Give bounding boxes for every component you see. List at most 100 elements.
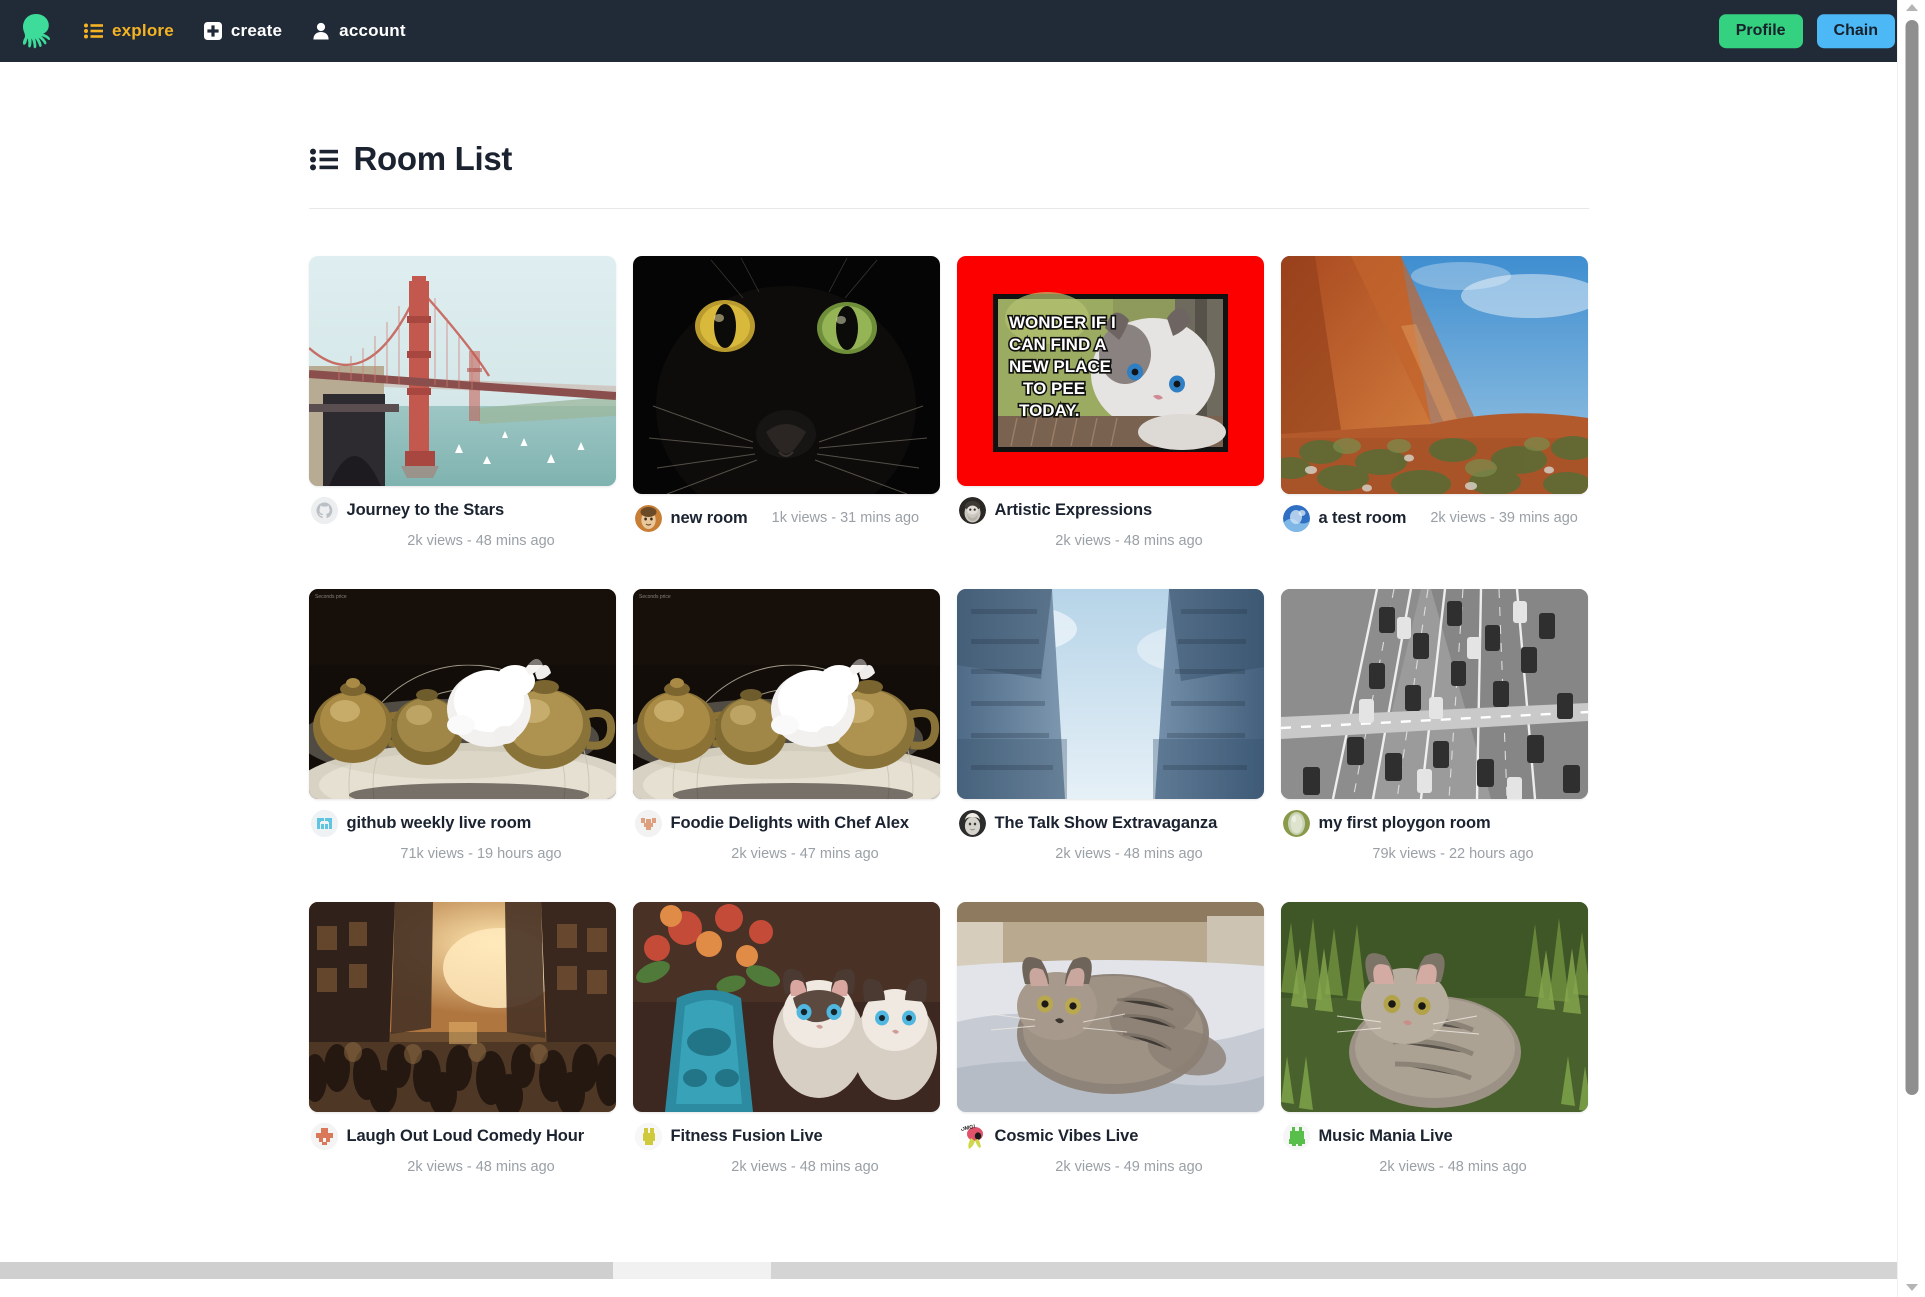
nav-label-explore: explore	[112, 21, 174, 40]
octopus-logo-icon[interactable]	[18, 11, 54, 51]
nav-item-create[interactable]: create	[203, 21, 282, 41]
green-orb-avatar[interactable]	[1282, 809, 1310, 837]
room-grid: Journey to the Stars 2k views - 48 mins …	[308, 256, 1589, 1177]
room-title: The Talk Show Extravaganza	[994, 814, 1218, 833]
pixel-green-avatar[interactable]	[1282, 1122, 1310, 1150]
room-card[interactable]: Laugh Out Loud Comedy Hour 2k views - 48…	[308, 901, 633, 1177]
svg-text:TO PEE: TO PEE	[1023, 379, 1085, 398]
svg-text:NEW PLACE: NEW PLACE	[1009, 357, 1111, 376]
list-icon	[309, 148, 338, 171]
room-card-info: my first ploygon room 79k views - 22 hou…	[1281, 809, 1588, 864]
room-title: Artistic Expressions	[994, 501, 1153, 520]
scroll-up-arrow-icon[interactable]	[1905, 4, 1918, 11]
vertical-scrollbar-thumb[interactable]	[1905, 20, 1918, 1095]
grayscale-portrait-avatar[interactable]	[958, 809, 986, 837]
content-container: Room List Journey to the Stars 2k views …	[308, 62, 1589, 1177]
room-card[interactable]: Journey to the Stars 2k views - 48 mins …	[308, 256, 633, 551]
room-card-info: The Talk Show Extravaganza 2k views - 48…	[957, 809, 1264, 864]
room-thumbnail[interactable]: Seconds price	[632, 588, 940, 799]
nav-links: explore create account	[84, 21, 406, 41]
room-title: a test room	[1318, 509, 1407, 528]
room-title: new room	[670, 509, 748, 528]
bearded-man-avatar[interactable]	[958, 497, 986, 524]
room-card-info: Fitness Fusion Live 2k views - 48 mins a…	[633, 1122, 940, 1177]
room-thumbnail[interactable]	[1280, 901, 1588, 1112]
svg-text:WONDER IF I: WONDER IF I	[1009, 313, 1116, 332]
room-card[interactable]: a test room 2k views - 39 mins ago	[1280, 256, 1605, 551]
room-meta: 2k views - 47 mins ago	[731, 845, 879, 862]
profile-button[interactable]: Profile	[1718, 14, 1803, 48]
room-title: Fitness Fusion Live	[670, 1126, 823, 1145]
room-card-info: a test room 2k views - 39 mins ago	[1281, 505, 1588, 532]
room-card[interactable]: Music Mania Live 2k views - 48 mins ago	[1280, 901, 1605, 1177]
room-thumbnail[interactable]	[956, 901, 1264, 1112]
room-meta: 2k views - 48 mins ago	[1055, 533, 1203, 549]
room-card-info: Journey to the Stars 2k views - 48 mins …	[309, 497, 616, 551]
room-meta: 2k views - 48 mins ago	[1379, 1158, 1527, 1175]
pixel-salmon-avatar[interactable]	[310, 1122, 338, 1150]
horizontal-scrollbar-track-left[interactable]	[0, 1262, 613, 1279]
room-title: Music Mania Live	[1318, 1126, 1453, 1145]
page-body: Room List Journey to the Stars 2k views …	[0, 62, 1897, 1279]
room-card[interactable]: Fitness Fusion Live 2k views - 48 mins a…	[632, 901, 957, 1177]
page-title-row: Room List	[309, 140, 1589, 178]
room-card-info: new room 1k views - 31 mins ago	[633, 505, 940, 532]
nav-item-explore[interactable]: explore	[84, 21, 174, 41]
room-thumbnail[interactable]	[308, 256, 616, 486]
vertical-scrollbar[interactable]	[1897, 0, 1925, 1297]
horizontal-scrollbar-thumb[interactable]	[613, 1262, 771, 1279]
plus-square-icon	[203, 22, 222, 40]
room-thumbnail[interactable]	[632, 256, 940, 494]
room-card[interactable]: Seconds price	[632, 588, 957, 864]
room-card-info: github weekly live room 71k views - 19 h…	[309, 809, 616, 864]
cartoon-sticker-avatar[interactable]: OMG!	[958, 1122, 986, 1150]
pixel-yellow-avatar[interactable]	[634, 1122, 662, 1150]
room-meta: 79k views - 22 hours ago	[1372, 845, 1534, 862]
room-meta: 2k views - 48 mins ago	[1055, 845, 1203, 862]
scroll-down-arrow-icon[interactable]	[1905, 1284, 1918, 1291]
room-card-info: Music Mania Live 2k views - 48 mins ago	[1281, 1122, 1588, 1177]
room-card[interactable]: WONDER IF I CAN FIND A NEW PLACE TO PEE …	[956, 256, 1281, 551]
list-icon	[84, 23, 103, 39]
room-thumbnail[interactable]	[308, 901, 616, 1112]
room-meta: 2k views - 48 mins ago	[731, 1158, 879, 1175]
room-card-info: Laugh Out Loud Comedy Hour 2k views - 48…	[309, 1122, 616, 1177]
chain-button[interactable]: Chain	[1816, 14, 1895, 48]
room-thumbnail[interactable]	[1280, 256, 1588, 494]
room-card[interactable]: my first ploygon room 79k views - 22 hou…	[1280, 588, 1605, 864]
room-meta: 71k views - 19 hours ago	[400, 845, 562, 862]
room-card-info: OMG! Cosmic Vibes Live 2k views - 49 min…	[957, 1122, 1264, 1177]
github-octocat-avatar[interactable]	[310, 497, 338, 524]
room-title: Cosmic Vibes Live	[994, 1126, 1139, 1145]
room-thumbnail[interactable]	[956, 588, 1264, 799]
person-icon	[312, 22, 330, 40]
room-card[interactable]: OMG! Cosmic Vibes Live 2k views - 49 min…	[956, 901, 1281, 1177]
pixel-blue-avatar[interactable]	[310, 809, 338, 837]
room-thumbnail[interactable]	[632, 901, 940, 1112]
room-card[interactable]: Seconds price	[308, 588, 633, 864]
room-meta: 1k views - 31 mins ago	[771, 510, 920, 527]
room-thumbnail[interactable]: WONDER IF I CAN FIND A NEW PLACE TO PEE …	[956, 256, 1264, 486]
svg-text:Seconds price: Seconds price	[315, 594, 347, 600]
page-title: Room List	[353, 140, 513, 177]
room-thumbnail[interactable]	[1280, 588, 1588, 799]
nav-label-account: account	[339, 21, 406, 40]
room-card-info: Foodie Delights with Chef Alex 2k views …	[633, 809, 940, 864]
svg-text:Seconds price: Seconds price	[639, 594, 671, 600]
blue-sky-avatar[interactable]	[1282, 505, 1310, 532]
top-navbar: explore create account Profile Chain	[0, 0, 1925, 62]
pixel-tan-avatar[interactable]	[634, 809, 662, 837]
room-title: Foodie Delights with Chef Alex	[670, 814, 910, 833]
room-card[interactable]: The Talk Show Extravaganza 2k views - 48…	[956, 588, 1281, 864]
title-divider	[308, 208, 1589, 209]
orange-portrait-avatar[interactable]	[634, 505, 662, 532]
room-meta: 2k views - 39 mins ago	[1430, 510, 1578, 527]
navbar-actions: Profile Chain	[1718, 14, 1895, 48]
room-thumbnail[interactable]: Seconds price	[308, 588, 616, 799]
svg-text:TODAY.: TODAY.	[1019, 401, 1079, 420]
horizontal-scrollbar[interactable]	[0, 1262, 1897, 1279]
room-meta: 2k views - 49 mins ago	[1055, 1158, 1203, 1175]
room-title: Journey to the Stars	[346, 501, 505, 520]
nav-item-account[interactable]: account	[312, 21, 406, 41]
room-card[interactable]: new room 1k views - 31 mins ago	[632, 256, 957, 551]
